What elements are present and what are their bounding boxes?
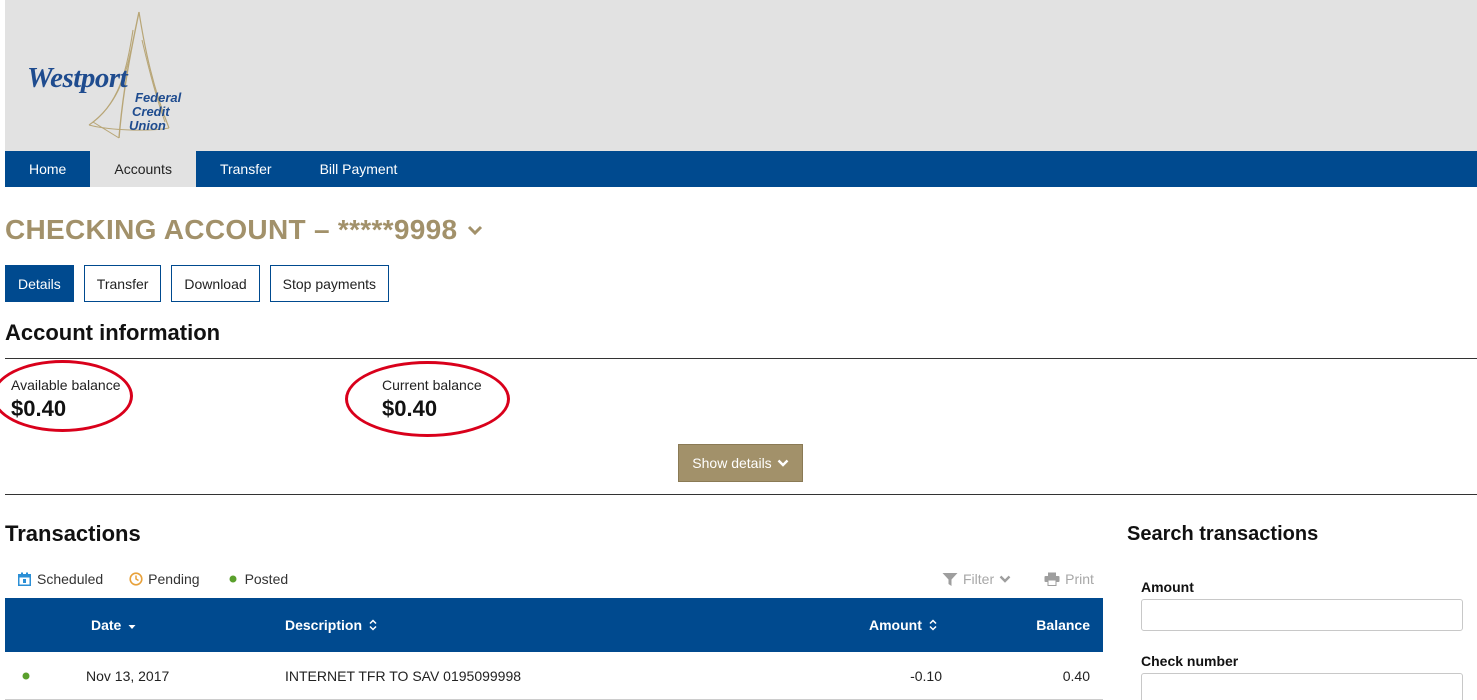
transaction-tools: Filter Print <box>942 571 1122 587</box>
legend-scheduled: Scheduled <box>17 571 103 587</box>
chevron-down-icon <box>777 459 789 467</box>
calendar-icon <box>18 572 31 586</box>
transactions-heading: Transactions <box>5 521 141 546</box>
amount-cell: -0.10 <box>910 668 942 684</box>
description-cell: INTERNET TFR TO SAV 0195099998 <box>285 668 522 684</box>
logo-sub-line: Credit <box>132 104 170 119</box>
filter-label: Filter <box>963 571 995 587</box>
divider <box>5 358 1477 359</box>
nav-bill-payment[interactable]: Bill Payment <box>296 151 422 187</box>
logo-sub-line: Union <box>129 118 166 133</box>
amount-column-header[interactable]: Amount <box>869 598 938 652</box>
table-row[interactable]: Nov 13, 2017 INTERNET TFR TO SAV 0195099… <box>5 652 1103 700</box>
amount-header-label: Amount <box>869 617 922 633</box>
status-cell <box>21 652 31 700</box>
show-details-button[interactable]: Show details <box>678 444 803 482</box>
description-header-label: Description <box>285 617 363 633</box>
main-nav: Home Accounts Transfer Bill Payment <box>5 151 1477 187</box>
highlight-oval <box>345 361 510 437</box>
transaction-legend: Scheduled Pending Posted <box>17 571 314 587</box>
clock-icon <box>129 572 143 586</box>
account-actions: Details Transfer Download Stop payments <box>5 265 399 302</box>
download-button[interactable]: Download <box>171 265 260 302</box>
amount-label: Amount <box>1141 579 1194 595</box>
westport-logo[interactable]: Westport Federal Credit Union <box>27 10 227 145</box>
amount-input[interactable] <box>1141 599 1463 631</box>
stop-payments-button[interactable]: Stop payments <box>269 265 390 302</box>
description-column-header[interactable]: Description <box>285 598 378 652</box>
check-number-label: Check number <box>1141 653 1239 669</box>
logo-sub-line: Federal <box>135 90 182 105</box>
logo-subtitle: Federal Credit Union <box>129 90 182 133</box>
chevron-down-icon <box>999 575 1011 583</box>
divider <box>5 494 1477 495</box>
printer-icon <box>1044 572 1060 586</box>
sort-icon <box>929 619 937 631</box>
legend-pending: Pending <box>129 571 200 587</box>
legend-label: Scheduled <box>37 571 104 587</box>
balance-header-label: Balance <box>1036 617 1090 633</box>
account-title-dropdown[interactable]: CHECKING ACCOUNT – *****9998 <box>5 214 483 246</box>
date-cell: Nov 13, 2017 <box>86 668 170 684</box>
balance-column-header: Balance <box>1036 598 1090 652</box>
print-button[interactable]: Print <box>1044 571 1094 587</box>
legend-label: Pending <box>148 571 200 587</box>
page-title: CHECKING ACCOUNT – *****9998 <box>5 214 458 245</box>
date-header-label: Date <box>91 617 122 633</box>
search-transactions-heading: Search transactions <box>1127 523 1319 545</box>
filter-icon <box>942 572 958 586</box>
posted-dot-icon <box>229 575 237 583</box>
show-details-label: Show details <box>692 455 772 471</box>
sort-icon <box>369 619 377 631</box>
transfer-button[interactable]: Transfer <box>83 265 162 302</box>
details-button[interactable]: Details <box>5 265 74 302</box>
nav-home[interactable]: Home <box>5 151 90 187</box>
account-info-heading: Account information <box>5 320 221 345</box>
logo-wordmark: Westport <box>27 62 128 94</box>
posted-dot-icon <box>22 672 30 680</box>
nav-transfer[interactable]: Transfer <box>196 151 296 187</box>
site-header: Westport Federal Credit Union <box>5 0 1477 151</box>
chevron-down-icon <box>468 225 483 236</box>
legend-posted: Posted <box>226 571 289 587</box>
balance-cell: 0.40 <box>1062 668 1090 684</box>
transactions-table-header: Date Description Amount Balance <box>5 598 1103 652</box>
sort-desc-icon <box>128 624 136 629</box>
nav-accounts[interactable]: Accounts <box>90 151 196 187</box>
filter-button[interactable]: Filter <box>942 571 1016 587</box>
date-column-header[interactable]: Date <box>91 598 137 652</box>
print-label: Print <box>1065 571 1094 587</box>
legend-label: Posted <box>244 571 289 587</box>
check-number-input[interactable] <box>1141 673 1463 700</box>
